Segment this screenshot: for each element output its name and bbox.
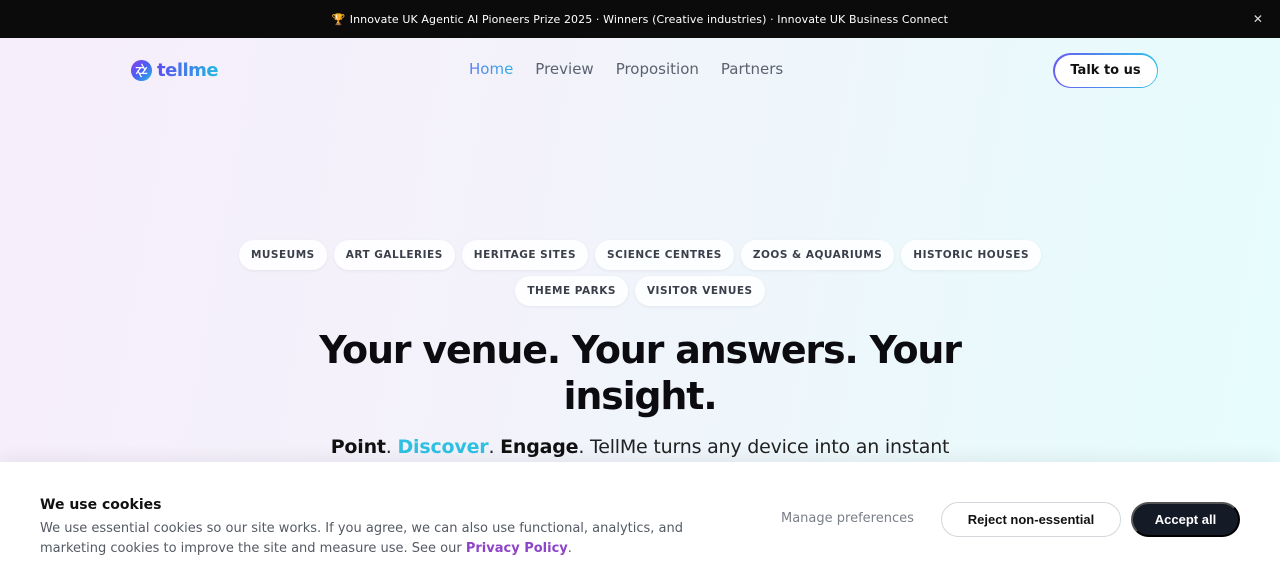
manage-preferences-link[interactable]: Manage preferences (781, 511, 914, 526)
cookie-text: We use essential cookies so our site wor… (40, 519, 700, 559)
hero-subline: Point. Discover. Engage. TellMe turns an… (330, 436, 950, 458)
cookie-title: We use cookies (40, 497, 162, 513)
main-nav: Home Preview Proposition Partners (469, 60, 783, 78)
hero-section: tellme Home Preview Proposition Partners… (0, 38, 1280, 462)
tag-heritage-sites: HERITAGE SITES (461, 240, 589, 270)
tag-theme-parks: THEME PARKS (515, 276, 628, 306)
hero-headline: Your venue. Your answers. Your insight. (319, 328, 962, 418)
close-icon[interactable]: ✕ (1250, 11, 1266, 27)
tag-row-2: THEME PARKS VISITOR VENUES (515, 276, 765, 306)
aperture-logo-icon (130, 59, 153, 81)
trophy-icon: 🏆 (331, 12, 346, 26)
accept-all-button[interactable]: Accept all (1131, 502, 1240, 537)
sub-rest: . TellMe turns any device into an instan… (578, 436, 950, 458)
talk-to-us-button[interactable]: Talk to us (1053, 53, 1158, 88)
cookie-suffix: . (567, 541, 572, 556)
tag-science-centres: SCIENCE CENTRES (595, 240, 734, 270)
logo-text: tellme (157, 59, 219, 81)
announcement-bar: 🏆 Innovate UK Agentic AI Pioneers Prize … (0, 0, 1280, 38)
sub-point: Point (330, 436, 386, 458)
reject-non-essential-button[interactable]: Reject non-essential (941, 502, 1121, 537)
nav-home[interactable]: Home (469, 60, 513, 78)
nav-preview[interactable]: Preview (535, 60, 593, 78)
tag-art-galleries: ART GALLERIES (333, 240, 455, 270)
tag-museums: MUSEUMS (238, 240, 327, 270)
cookie-body: We use essential cookies so our site wor… (40, 521, 684, 556)
nav-proposition[interactable]: Proposition (616, 60, 699, 78)
tag-row-1: MUSEUMS ART GALLERIES HERITAGE SITES SCI… (238, 240, 1042, 270)
venue-tags: MUSEUMS ART GALLERIES HERITAGE SITES SCI… (0, 240, 1280, 306)
privacy-policy-link[interactable]: Privacy Policy (466, 541, 568, 556)
tag-visitor-venues: VISITOR VENUES (634, 276, 765, 306)
cookie-banner: We use cookies We use essential cookies … (0, 462, 1280, 577)
sub-engage: Engage (500, 436, 579, 458)
talk-to-us-label: Talk to us (1054, 54, 1157, 87)
sub-discover: Discover (397, 436, 489, 458)
announcement-text: Innovate UK Agentic AI Pioneers Prize 20… (349, 12, 949, 26)
logo[interactable]: tellme (130, 59, 219, 81)
nav-partners[interactable]: Partners (721, 60, 783, 78)
tag-zoos-aquariums: ZOOS & AQUARIUMS (740, 240, 895, 270)
tag-historic-houses: HISTORIC HOUSES (901, 240, 1042, 270)
